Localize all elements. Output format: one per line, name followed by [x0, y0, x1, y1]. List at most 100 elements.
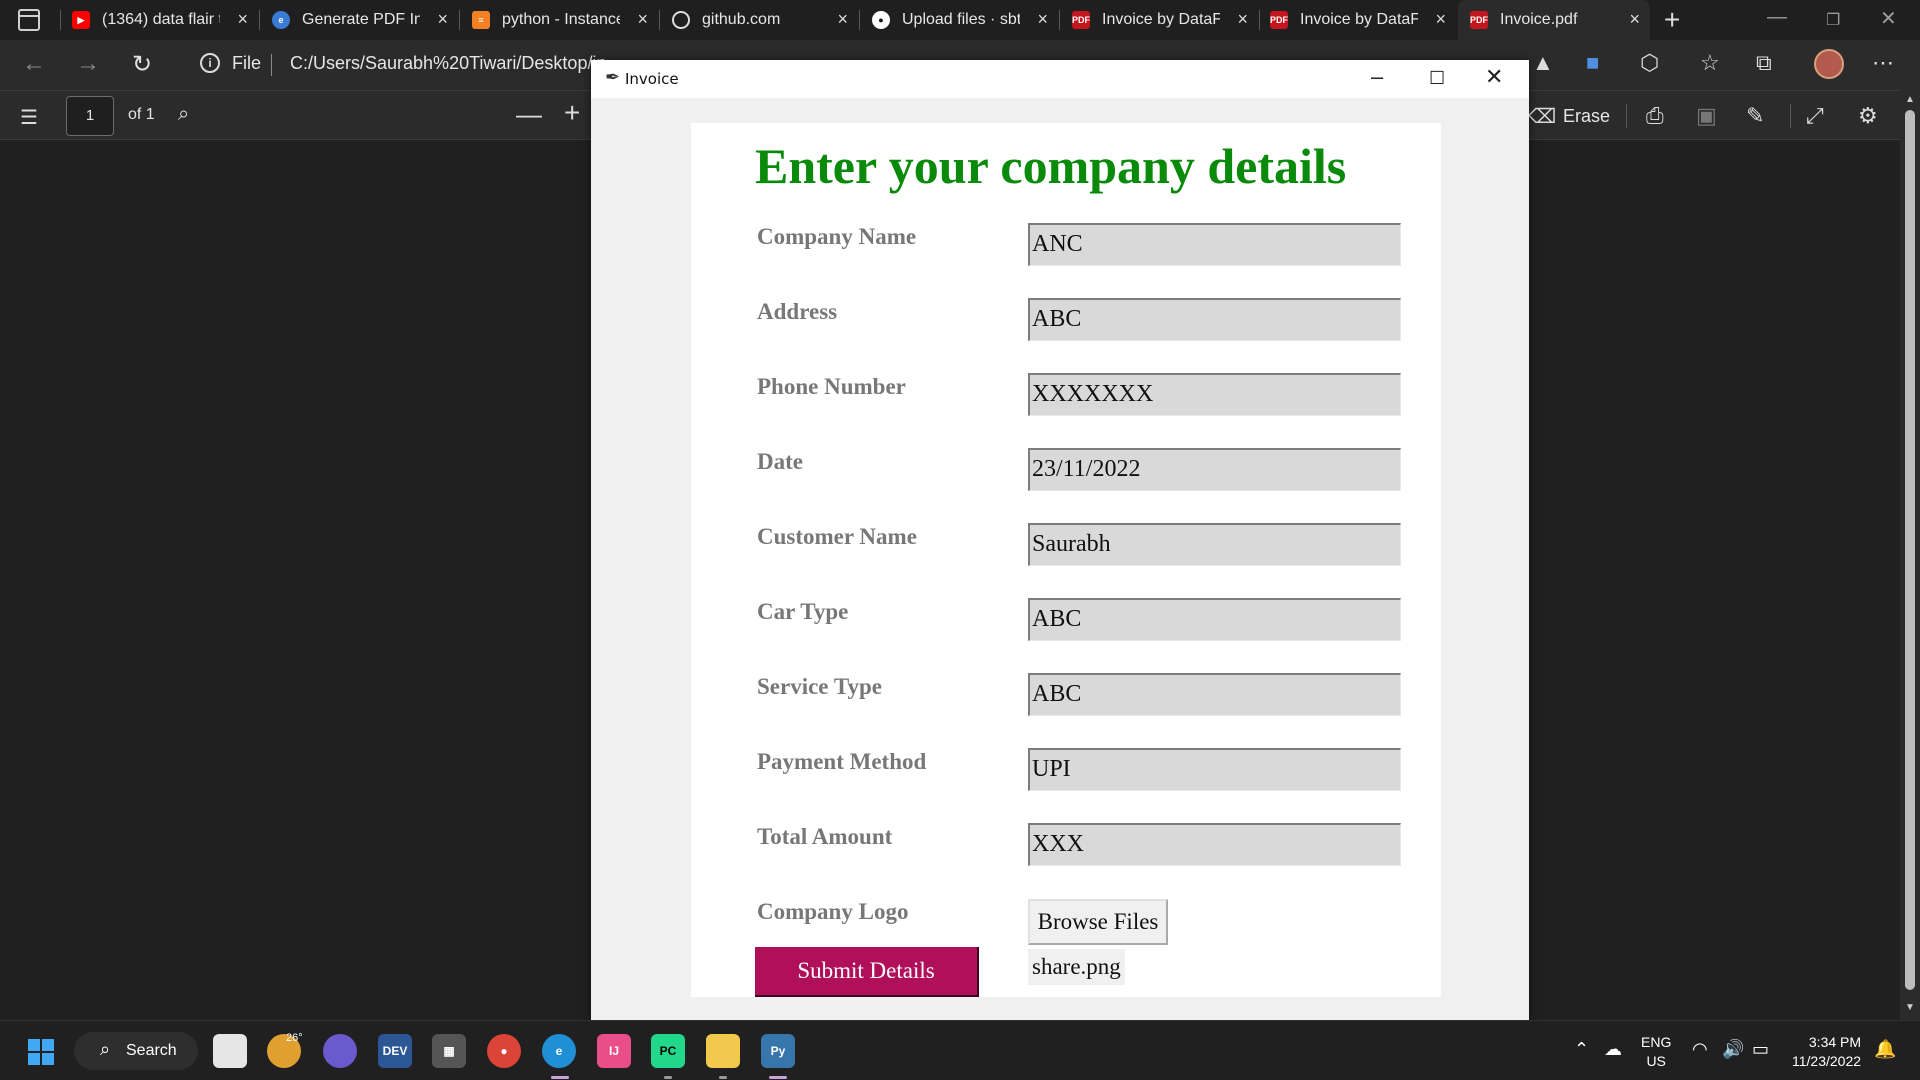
tab-close-icon[interactable]: ×: [1237, 9, 1248, 30]
intellij-icon[interactable]: IJ: [597, 1034, 631, 1068]
tab-separator: [259, 10, 260, 30]
phone-number-label: Phone Number: [757, 374, 906, 399]
back-icon[interactable]: ←: [22, 50, 46, 78]
browser-tab-invoice-2[interactable]: PDF Invoice by DataFl ×: [1270, 0, 1456, 40]
clock[interactable]: 3:34 PM 11/23/2022: [1792, 1033, 1861, 1071]
task-view-icon[interactable]: [213, 1034, 247, 1068]
more-icon[interactable]: ⋯: [1872, 50, 1894, 76]
pdf-icon: PDF: [1470, 11, 1488, 29]
python-icon[interactable]: Py: [761, 1034, 795, 1068]
battery-icon[interactable]: ▭: [1752, 1039, 1769, 1060]
taskbar-search-button[interactable]: ⌕ Search: [74, 1032, 198, 1070]
date-input[interactable]: 23/11/2022: [1028, 448, 1401, 491]
scroll-up-icon[interactable]: ▲: [1905, 94, 1915, 105]
tab-close-icon[interactable]: ×: [237, 9, 248, 30]
pycharm-icon[interactable]: PC: [651, 1034, 685, 1068]
close-icon[interactable]: ✕: [1880, 6, 1897, 31]
eraser-icon[interactable]: ⌫: [1528, 104, 1556, 129]
tab-close-icon[interactable]: ×: [1037, 9, 1048, 30]
browser-tab-invoice-1[interactable]: PDF Invoice by DataFl ×: [1072, 0, 1258, 40]
file-explorer-icon[interactable]: [706, 1034, 740, 1068]
favorites-icon[interactable]: ☆: [1700, 50, 1720, 76]
tab-close-icon[interactable]: ×: [437, 9, 448, 30]
wifi-icon[interactable]: ◠: [1692, 1039, 1708, 1060]
address-url[interactable]: C:/Users/Saurabh%20Tiwari/Desktop/in: [290, 53, 606, 74]
dev-home-icon[interactable]: DEV: [378, 1034, 412, 1068]
print-icon[interactable]: ⎙: [1646, 103, 1664, 129]
search-icon[interactable]: ⌕: [178, 103, 189, 126]
tab-close-icon[interactable]: ×: [1435, 9, 1446, 30]
clock-date: 11/23/2022: [1792, 1053, 1862, 1069]
browser-tab-youtube[interactable]: ▶ (1364) data flair tr ×: [72, 0, 258, 40]
calculator-icon[interactable]: ▦: [432, 1034, 466, 1068]
windows-start-icon[interactable]: [28, 1039, 54, 1065]
phone-number-input[interactable]: XXXXXXX: [1028, 373, 1401, 416]
zoom-out-icon[interactable]: —: [516, 99, 542, 130]
contents-list-icon[interactable]: ☰: [20, 105, 38, 130]
info-icon[interactable]: i: [200, 53, 220, 73]
volume-icon[interactable]: 🔊: [1722, 1039, 1744, 1060]
company-name-input[interactable]: ANC: [1028, 223, 1401, 266]
window-title: Invoice: [625, 70, 679, 88]
region-code: US: [1646, 1053, 1666, 1069]
window-title-bar[interactable]: ✒ Invoice – ☐ ✕: [591, 60, 1529, 98]
browser-tab-generate-pdf[interactable]: e Generate PDF Inv ×: [272, 0, 458, 40]
tab-actions-icon[interactable]: [18, 9, 40, 31]
tab-separator: [659, 10, 660, 30]
window-close-icon[interactable]: ✕: [1485, 64, 1503, 90]
save-icon[interactable]: ▣: [1696, 103, 1717, 129]
car-type-input[interactable]: ABC: [1028, 598, 1401, 641]
chat-icon[interactable]: [323, 1034, 357, 1068]
submit-details-button[interactable]: Submit Details: [755, 947, 979, 997]
service-type-input[interactable]: ABC: [1028, 673, 1401, 716]
window-maximize-icon[interactable]: ☐: [1429, 68, 1445, 89]
chrome-icon[interactable]: ●: [487, 1034, 521, 1068]
browser-tab-upload-files[interactable]: ● Upload files · sbt ×: [872, 0, 1058, 40]
pdf-scrollbar[interactable]: ▲ ▼: [1900, 90, 1920, 1020]
triangle-extension-icon[interactable]: ▲: [1532, 50, 1554, 76]
customer-name-input[interactable]: Saurabh: [1028, 523, 1401, 566]
restore-icon[interactable]: ❐: [1826, 10, 1840, 30]
zoom-in-icon[interactable]: +: [564, 97, 580, 129]
puzzle-icon[interactable]: ⬡: [1640, 50, 1659, 76]
settings-gear-icon[interactable]: ⚙: [1858, 103, 1878, 129]
total-amount-input[interactable]: XXX: [1028, 823, 1401, 866]
tab-separator: [859, 10, 860, 30]
youtube-icon: ▶: [72, 11, 90, 29]
page-number-input[interactable]: 1: [66, 96, 114, 136]
minimize-icon[interactable]: —: [1767, 6, 1787, 29]
erase-button[interactable]: Erase: [1563, 106, 1610, 127]
tab-close-icon[interactable]: ×: [1629, 9, 1640, 30]
collections-icon[interactable]: ⧉: [1756, 50, 1772, 76]
new-tab-icon[interactable]: +: [1664, 4, 1680, 36]
fullscreen-icon[interactable]: ⤢: [1806, 103, 1824, 129]
browser-tab-github[interactable]: github.com ×: [672, 0, 858, 40]
notification-bell-icon[interactable]: 🔔: [1874, 1039, 1896, 1060]
forward-icon[interactable]: →: [76, 50, 100, 78]
extension-icon[interactable]: ■: [1586, 50, 1599, 76]
tab-separator: [459, 10, 460, 30]
window-minimize-icon[interactable]: –: [1371, 64, 1383, 90]
scrollbar-thumb[interactable]: [1905, 110, 1915, 990]
refresh-icon[interactable]: ↻: [132, 50, 152, 79]
language-code: ENG: [1641, 1034, 1672, 1050]
tab-close-icon[interactable]: ×: [637, 9, 648, 30]
tab-close-icon[interactable]: ×: [837, 9, 848, 30]
tab-label: Generate PDF Inv: [302, 11, 420, 28]
browser-tab-invoice-pdf-active[interactable]: PDF Invoice.pdf ×: [1458, 0, 1650, 40]
edge-icon: e: [272, 11, 290, 29]
input-language-indicator[interactable]: ENG US: [1641, 1033, 1671, 1071]
save-as-icon[interactable]: ✎: [1746, 103, 1764, 129]
edge-icon[interactable]: e: [542, 1034, 576, 1068]
tab-separator: [1259, 10, 1260, 30]
chevron-up-icon[interactable]: ⌃: [1574, 1039, 1589, 1060]
onedrive-cloud-icon[interactable]: ☁: [1604, 1039, 1622, 1060]
browser-tab-stackoverflow[interactable]: ≡ python - Instance ×: [472, 0, 658, 40]
payment-method-input[interactable]: UPI: [1028, 748, 1401, 791]
invoice-window: ✒ Invoice – ☐ ✕ Enter your company detai…: [591, 60, 1529, 1020]
service-type-label: Service Type: [757, 674, 882, 699]
browse-files-button[interactable]: Browse Files: [1028, 899, 1168, 945]
avatar[interactable]: [1814, 49, 1844, 79]
address-input[interactable]: ABC: [1028, 298, 1401, 341]
scroll-down-icon[interactable]: ▼: [1905, 1002, 1915, 1013]
